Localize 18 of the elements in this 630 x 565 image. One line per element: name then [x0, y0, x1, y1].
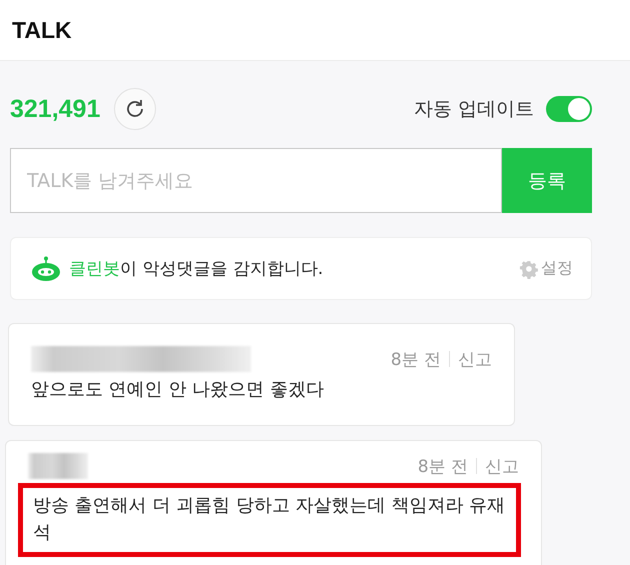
- robot-icon: [31, 256, 61, 282]
- refresh-button[interactable]: [114, 88, 156, 130]
- blurred-username: [28, 453, 88, 479]
- talk-input-field[interactable]: TALK를 남겨주세요: [10, 148, 502, 213]
- cleanbot-message: 클린봇이 악성댓글을 감지합니다.: [69, 258, 324, 280]
- comment-time: 8분 전: [390, 348, 441, 370]
- comment-text: 앞으로도 연예인 안 나왔으면 좋겠다: [30, 378, 325, 402]
- page-title: TALK: [12, 16, 72, 44]
- talk-count: 321,491: [10, 94, 100, 124]
- submit-button[interactable]: 등록: [502, 148, 592, 213]
- auto-update-label: 자동 업데이트: [414, 97, 534, 122]
- report-link[interactable]: 신고: [485, 454, 519, 478]
- comment-time: 8분 전: [418, 456, 468, 478]
- settings-icon: [519, 258, 539, 278]
- report-link[interactable]: 신고: [458, 348, 492, 370]
- auto-update-toggle[interactable]: [546, 96, 592, 122]
- comment-text: 방송 출연해서 더 괴롭힘 당하고 자살했는데 책임져라 유재석: [18, 483, 521, 557]
- settings-button[interactable]: 설정: [519, 258, 573, 279]
